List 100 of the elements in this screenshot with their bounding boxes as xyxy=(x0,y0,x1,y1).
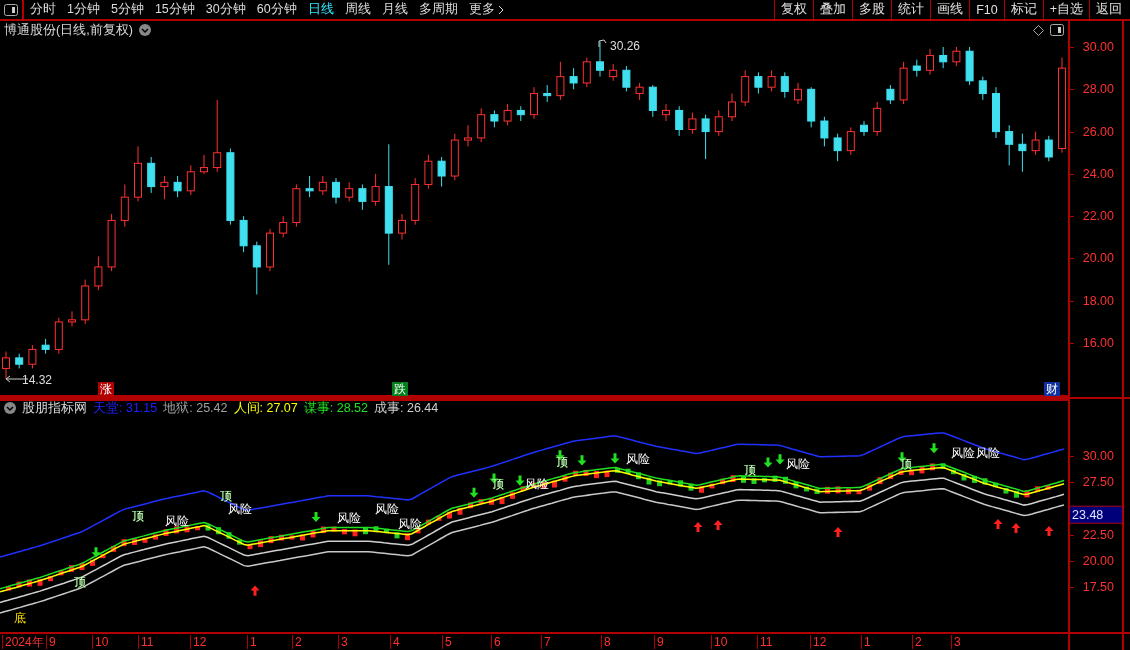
y-axis-tick-label: 18.00 xyxy=(1081,294,1114,307)
time-axis-label: 1 xyxy=(247,635,257,650)
candlestick xyxy=(345,181,354,202)
down-arrow-icon xyxy=(311,511,321,522)
period-tab[interactable]: 月线 xyxy=(381,1,408,18)
candlestick xyxy=(609,63,618,82)
candlestick xyxy=(939,46,948,69)
up-arrow-icon xyxy=(833,527,843,538)
candlestick xyxy=(1031,131,1040,156)
candlestick xyxy=(820,116,829,147)
high-price-label: 30.26 xyxy=(610,40,641,52)
event-marker[interactable]: 财 xyxy=(1044,381,1060,396)
y-axis-tick-label: 24.00 xyxy=(1081,167,1114,181)
signal-label: 顶 xyxy=(744,464,756,476)
time-axis-label: 4 xyxy=(390,635,400,650)
candlestick xyxy=(371,173,380,207)
candlestick xyxy=(714,109,723,137)
candlestick xyxy=(926,48,934,75)
period-tab[interactable]: 5分钟 xyxy=(110,1,144,18)
diamond-icon[interactable] xyxy=(1033,24,1044,36)
time-axis-label: 5 xyxy=(442,635,452,650)
period-tab[interactable]: 1分钟 xyxy=(67,1,100,18)
candlestick xyxy=(741,69,750,107)
candlestick xyxy=(794,82,802,105)
candlestick xyxy=(978,76,987,101)
candlestick xyxy=(54,317,63,355)
indicator-name: 股朋指标网 xyxy=(22,399,87,417)
indicator-value: 谋事: 28.52 xyxy=(303,399,368,417)
candlestick xyxy=(886,84,895,105)
candlestick xyxy=(107,213,116,272)
down-arrow-icon xyxy=(610,453,620,464)
time-axis-label: 2024年 xyxy=(2,635,44,650)
candlestick xyxy=(912,59,921,78)
candlestick xyxy=(503,103,512,126)
flag-icon xyxy=(598,39,607,48)
y-axis-tick-label: 27.50 xyxy=(1081,476,1114,489)
chevron-down-icon[interactable] xyxy=(138,24,151,36)
candlestick xyxy=(569,67,578,90)
indicator-value: 人间: 27.07 xyxy=(233,399,298,417)
y-axis-tick-label: 17.50 xyxy=(1081,580,1114,594)
candlestick xyxy=(15,353,24,369)
candlestick xyxy=(68,310,76,327)
signal-label: 风险 xyxy=(786,458,810,470)
period-tab[interactable]: 60分钟 xyxy=(256,1,297,18)
signal-label: 底 xyxy=(14,612,26,624)
up-arrow-icon xyxy=(993,518,1003,530)
candlestick xyxy=(398,213,406,240)
candlestick xyxy=(120,183,129,228)
candlestick xyxy=(662,103,670,122)
time-axis-label: 12 xyxy=(190,635,207,650)
panel-toggle-icon[interactable] xyxy=(4,3,18,16)
y-axis-tick-label: 20.00 xyxy=(1081,554,1114,568)
signal-label: 顶 xyxy=(132,510,144,522)
time-axis-label: 2 xyxy=(912,635,922,650)
candlestick xyxy=(134,145,142,202)
event-marker[interactable]: 跌 xyxy=(392,381,408,396)
chevron-down-icon[interactable] xyxy=(4,402,16,414)
time-axis-label: 1 xyxy=(861,635,871,650)
time-axis-label: 7 xyxy=(541,635,551,650)
chevron-right-icon xyxy=(497,4,504,15)
down-arrow-icon xyxy=(577,455,587,466)
time-axis-label: 11 xyxy=(138,635,154,650)
time-axis-label: 6 xyxy=(491,635,501,650)
candlestick xyxy=(516,105,525,122)
candlestick xyxy=(846,126,855,156)
signal-label: 顶 xyxy=(492,478,504,490)
period-tab[interactable]: 30分钟 xyxy=(205,1,246,18)
candlestick xyxy=(622,65,631,92)
candlestick xyxy=(160,175,169,200)
panel-toggle-icon[interactable] xyxy=(1050,24,1064,36)
down-arrow-icon xyxy=(929,443,939,454)
candlestick xyxy=(81,279,90,325)
signal-label: 风险 xyxy=(626,453,650,465)
candlestick xyxy=(807,86,816,128)
event-marker[interactable]: 涨 xyxy=(98,381,114,396)
period-tab[interactable]: 周线 xyxy=(344,1,371,18)
candlestick xyxy=(424,154,433,190)
period-tab[interactable]: 更多 xyxy=(468,1,504,18)
period-tab[interactable]: 日线 xyxy=(307,1,334,18)
down-arrow-icon xyxy=(91,547,101,558)
candlestick xyxy=(767,69,776,92)
period-tab[interactable]: 多周期 xyxy=(418,1,458,18)
candlestick xyxy=(28,344,37,369)
signal-label: 风险 xyxy=(951,447,975,459)
period-tab[interactable]: 15分钟 xyxy=(154,1,195,18)
candlestick xyxy=(292,183,301,228)
candlestick xyxy=(239,215,248,253)
candlestick xyxy=(952,46,961,67)
candlestick xyxy=(780,71,789,99)
y-axis-tick-label: 22.50 xyxy=(1081,528,1114,542)
y-axis-tick-label: 20.00 xyxy=(1081,252,1114,265)
candlestick xyxy=(490,109,499,128)
candlestick xyxy=(266,228,274,272)
period-tab[interactable]: 分时 xyxy=(30,1,56,18)
down-arrow-icon xyxy=(515,475,525,486)
current-value-label: 23.48 xyxy=(1070,505,1122,525)
chart-title: 博通股份(日线,前复权) xyxy=(4,21,133,39)
candlestick xyxy=(332,177,340,204)
down-arrow-icon xyxy=(469,487,479,498)
time-axis-label: 8 xyxy=(601,635,611,650)
